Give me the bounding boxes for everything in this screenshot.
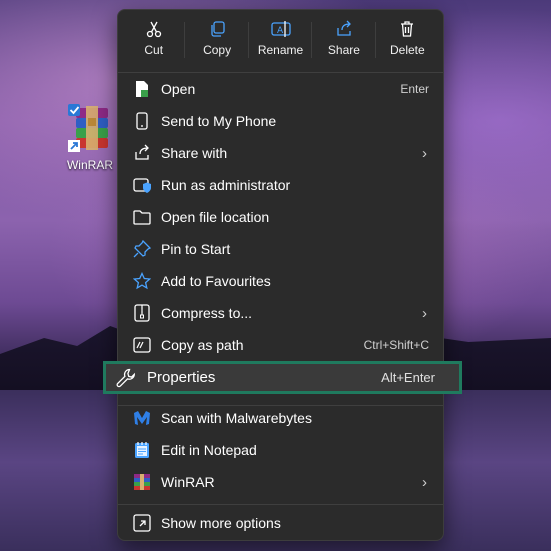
copy-label: Copy [203,43,232,57]
malwarebytes-icon [133,409,151,427]
share-button[interactable]: Share [312,10,376,72]
phone-icon [133,112,151,130]
menu-item-run-as-admin[interactable]: Run as administrator [122,169,439,201]
menu-item-pin-to-start[interactable]: Pin to Start [122,233,439,265]
menu-item-label: WinRAR [161,474,215,490]
chevron-right-icon: › [422,473,427,491]
shortcut-text: Alt+Enter [381,370,435,385]
scissors-icon [146,21,161,38]
cut-button[interactable]: Cut [122,10,186,72]
chevron-right-icon: › [422,304,427,322]
menu-item-label: Open [161,81,196,97]
menu-item-label: Edit in Notepad [161,442,257,458]
menu-item-send-to-phone[interactable]: Send to My Phone [122,105,439,137]
desktop-icon-label: WinRAR [66,158,113,172]
winrar-icon [66,104,114,156]
menu-item-label: Compress to... [161,305,253,321]
context-menu: Cut Copy A Rename Share Delete Open Ente… [117,9,444,541]
rename-button[interactable]: A Rename [249,10,313,72]
menu-item-label: Pin to Start [161,241,231,257]
menu-item-share-with[interactable]: Share with › [122,137,439,169]
delete-button[interactable]: Delete [376,10,439,72]
star-icon [133,272,151,290]
desktop-icon-winrar[interactable]: WinRAR [60,104,120,172]
shortcut-text: Ctrl+Shift+C [363,338,429,352]
menu-item-label: Scan with Malwarebytes [161,410,312,426]
delete-label: Delete [389,43,425,57]
menu-item-properties[interactable]: Properties Alt+Enter [103,361,462,394]
folder-icon [133,208,151,226]
copy-button[interactable]: Copy [185,10,249,72]
chevron-right-icon: › [422,144,427,162]
menu-item-edit-in-notepad[interactable]: Edit in Notepad [122,434,439,466]
file-icon [133,80,151,98]
pin-icon [133,240,151,258]
zip-icon [133,304,151,322]
copy-icon [211,21,225,37]
menu-item-winrar[interactable]: WinRAR › [122,466,439,498]
menu-item-open-file-location[interactable]: Open file location [122,201,439,233]
notepad-icon [133,441,151,459]
rename-icon: A [270,21,291,37]
menu-item-scan-malwarebytes[interactable]: Scan with Malwarebytes [122,402,439,434]
more-options-icon [133,514,151,532]
svg-text:A: A [277,26,284,36]
share-label: Share [327,43,360,57]
wrench-icon [116,368,136,388]
menu-item-add-to-favourites[interactable]: Add to Favourites [122,265,439,297]
menu-divider [118,504,443,505]
menu-item-label: Run as administrator [161,177,291,193]
menu-toolbar: Cut Copy A Rename Share Delete [118,10,443,72]
menu-item-show-more-options[interactable]: Show more options [122,507,439,539]
menu-item-compress-to[interactable]: Compress to... › [122,297,439,329]
winrar-icon [133,473,151,491]
menu-item-label: Show more options [161,515,281,531]
menu-item-label: Copy as path [161,337,244,353]
menu-item-copy-as-path[interactable]: Copy as path Ctrl+Shift+C [122,329,439,361]
menu-item-label: Send to My Phone [161,113,277,129]
cut-label: Cut [144,43,164,57]
share-icon [133,144,151,162]
rename-label: Rename [257,43,304,57]
menu-item-label: Properties [147,369,216,386]
menu-item-label: Open file location [161,209,270,225]
menu-item-label: Add to Favourites [161,273,271,289]
menu-item-open[interactable]: Open Enter [122,73,439,105]
shield-icon [133,176,151,194]
menu-item-label: Share with [161,145,228,161]
share-icon [337,20,351,36]
shortcut-text: Enter [400,82,429,96]
trash-icon [401,21,414,37]
copy-path-icon [133,336,151,354]
